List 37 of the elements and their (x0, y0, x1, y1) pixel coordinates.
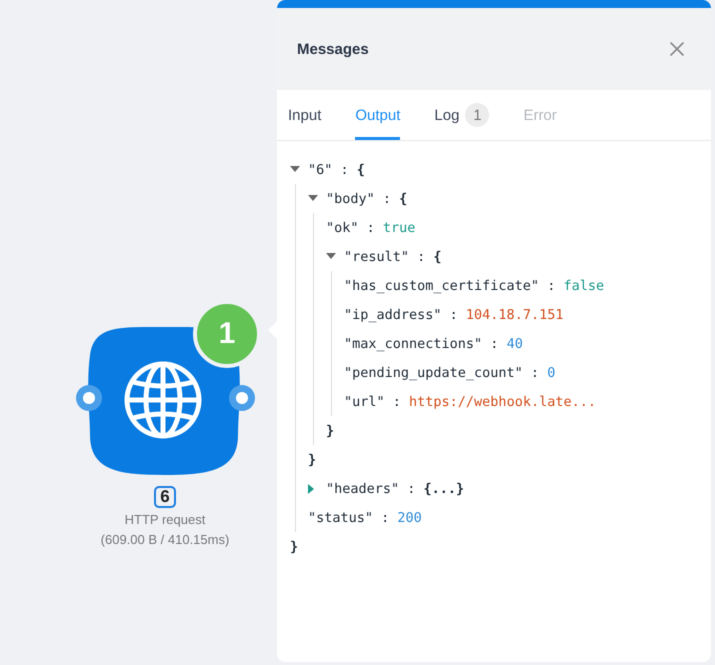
json-brace: {...} (424, 480, 464, 496)
json-value: 40 (506, 336, 523, 352)
node-title: HTTP request (124, 512, 206, 528)
json-key: "headers" : (326, 480, 416, 496)
globe-icon (123, 360, 203, 440)
json-key: "url" : (344, 394, 401, 410)
json-brace: } (326, 422, 334, 438)
json-key: "6" : (308, 162, 349, 178)
caret-right-icon (308, 484, 315, 494)
tab[interactable]: Input (288, 90, 322, 140)
node-stats: (609.00 B / 410.15ms) (100, 532, 230, 548)
json-key: "body" : (326, 190, 392, 206)
json-value: 200 (397, 510, 422, 526)
json-brace: { (433, 248, 442, 264)
json-key: "result" : (344, 248, 426, 264)
json-key: "status" : (308, 510, 390, 526)
caret-down-icon (308, 195, 318, 202)
caret-down-icon (326, 253, 336, 260)
json-value: false (563, 278, 604, 294)
panel-title: Messages (297, 40, 369, 58)
count-badge: 1 (465, 103, 490, 127)
json-key: "ok" : (326, 220, 375, 236)
json-value: https://webhook.late... (409, 394, 596, 410)
caret-down-icon (290, 166, 300, 173)
json-value: 0 (547, 364, 556, 380)
json-value: 104.18.7.151 (466, 306, 564, 322)
json-key: "ip_address" : (344, 306, 458, 322)
json-value: true (382, 220, 416, 236)
json-key: "has_custom_certificate" : (344, 278, 556, 294)
json-brace: } (308, 452, 316, 468)
json-brace: } (290, 538, 298, 554)
json-brace: { (399, 190, 408, 206)
json-brace: { (356, 162, 365, 178)
json-key: "max_connections" : (344, 336, 498, 352)
node-id-label: 6 (154, 486, 176, 508)
tab[interactable]: Log 1 (434, 90, 490, 140)
json-key: "pending_update_count" : (344, 364, 540, 380)
